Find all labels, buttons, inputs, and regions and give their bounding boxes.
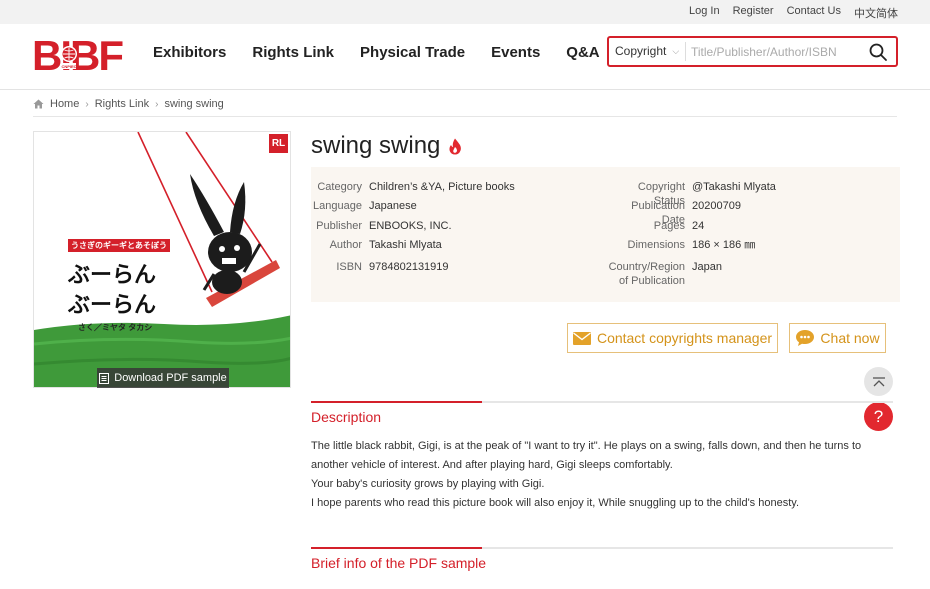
nav-qa[interactable]: Q&A (566, 44, 599, 61)
info-value: Japanese (369, 200, 417, 212)
info-author: Author Takashi Mlyata (311, 238, 442, 252)
rights-link-badge: RL (269, 134, 288, 153)
info-label: Dimensions (627, 239, 685, 251)
book-cover[interactable]: うさぎのギーギとあそぼう ぶーらん ぶーらん さく／ミヤタ タカシ RL (33, 131, 291, 388)
info-label: Category (317, 181, 362, 193)
info-value: 186 × 186 ㎜ (692, 239, 756, 251)
info-label: ISBN (336, 261, 362, 273)
language-switch-link[interactable]: 中文简体 (854, 5, 898, 21)
search-scope-select[interactable]: Copyright ⌵ (615, 44, 679, 58)
search-icon[interactable] (868, 42, 888, 62)
info-language: Language Japanese (311, 199, 417, 213)
breadcrumb-current: swing swing (164, 98, 224, 110)
chevron-right-icon: › (85, 98, 89, 110)
info-isbn: ISBN 9784802131919 (311, 260, 449, 274)
book-title: swing swing (311, 132, 441, 159)
contact-manager-button[interactable]: Contact copyrights manager (567, 323, 778, 353)
home-icon (33, 99, 44, 109)
main-header: BIBF CNPIEC Exhibitors Rights Link Physi… (0, 24, 930, 90)
flame-hot-icon (449, 138, 462, 155)
document-icon (99, 372, 110, 384)
pdf-section-heading: Brief info of the PDF sample (311, 555, 487, 571)
utility-links: Log In Register Contact Us 中文简体 (689, 5, 898, 21)
info-pages: Pages 24 (605, 219, 704, 233)
search-scope-value: Copyright (615, 44, 667, 58)
info-value: Children’s &YA, Picture books (369, 181, 515, 193)
book-info-panel: Category Children’s &YA, Picture books L… (311, 167, 900, 302)
nav-events[interactable]: Events (491, 44, 540, 61)
cover-subtitle-jp: うさぎのギーギとあそぼう (68, 239, 170, 252)
description-paragraph: I hope parents who read this picture boo… (311, 497, 800, 509)
question-mark-icon: ? (873, 406, 884, 426)
cover-title-jp-line1: ぶーらん (68, 262, 157, 287)
help-button[interactable]: ? (864, 402, 893, 431)
search-input[interactable] (691, 42, 861, 61)
info-label: Pages (653, 220, 685, 232)
chevron-up-icon (872, 376, 885, 386)
main-nav: Exhibitors Rights Link Physical Trade Ev… (153, 44, 626, 61)
cover-author-jp: さく／ミヤタ タカシ (78, 323, 153, 332)
info-value: 9784802131919 (369, 261, 449, 273)
chat-bubble-icon (796, 330, 815, 346)
description-paragraph: Your baby's curiosity grows by playing w… (311, 478, 545, 490)
info-value: Takashi Mlyata (369, 239, 442, 251)
description-body: The little black rabbit, Gigi, is at the… (311, 437, 901, 513)
register-link[interactable]: Register (733, 5, 774, 21)
chevron-down-icon: ⌵ (672, 45, 680, 56)
description-divider (311, 401, 893, 403)
info-label: Country/Region of Publication (608, 261, 685, 287)
info-publisher: Publisher ENBOOKS, INC. (311, 219, 452, 233)
description-heading: Description (311, 409, 382, 425)
description-paragraph: The little black rabbit, Gigi, is at the… (311, 440, 862, 471)
contact-us-link[interactable]: Contact Us (787, 5, 841, 21)
envelope-icon (572, 331, 591, 345)
info-country: Country/Region of Publication Japan (605, 260, 722, 288)
info-category: Category Children’s &YA, Picture books (311, 180, 515, 194)
info-dimensions: Dimensions 186 × 186 ㎜ (605, 238, 756, 252)
breadcrumb: Home › Rights Link › swing swing (33, 98, 224, 110)
info-value: Japan (692, 261, 722, 273)
nav-rights-link[interactable]: Rights Link (252, 44, 334, 61)
logo-badge: CNPIEC (61, 64, 76, 69)
top-utility-bar: Log In Register Contact Us 中文简体 (0, 0, 930, 24)
login-link[interactable]: Log In (689, 5, 720, 21)
download-pdf-label: Download PDF sample (114, 372, 227, 384)
nav-exhibitors[interactable]: Exhibitors (153, 44, 226, 61)
info-value: ENBOOKS, INC. (369, 220, 452, 232)
info-value: 24 (692, 220, 705, 232)
book-title-row: swing swing (311, 132, 462, 160)
pdf-section-divider (311, 547, 893, 549)
search-divider (685, 42, 686, 61)
download-pdf-button[interactable]: Download PDF sample (97, 368, 229, 388)
chat-now-button[interactable]: Chat now (789, 323, 886, 353)
chat-now-label: Chat now (820, 330, 880, 346)
info-label: Publisher (316, 220, 362, 232)
breadcrumb-home[interactable]: Home (50, 98, 79, 110)
cover-title-jp-line2: ぶーらん (68, 292, 157, 317)
chevron-right-icon: › (155, 98, 159, 110)
nav-physical-trade[interactable]: Physical Trade (360, 44, 465, 61)
breadcrumb-rights-link[interactable]: Rights Link (95, 98, 149, 110)
breadcrumb-divider (33, 116, 897, 117)
back-to-top-button[interactable] (864, 367, 893, 396)
logo-text: BIBF (32, 32, 123, 74)
contact-manager-label: Contact copyrights manager (596, 330, 773, 346)
info-label: Language (313, 200, 362, 212)
search-bar: Copyright ⌵ (607, 36, 898, 67)
bibf-logo[interactable]: BIBF CNPIEC (32, 32, 130, 74)
info-label: Author (329, 239, 362, 251)
